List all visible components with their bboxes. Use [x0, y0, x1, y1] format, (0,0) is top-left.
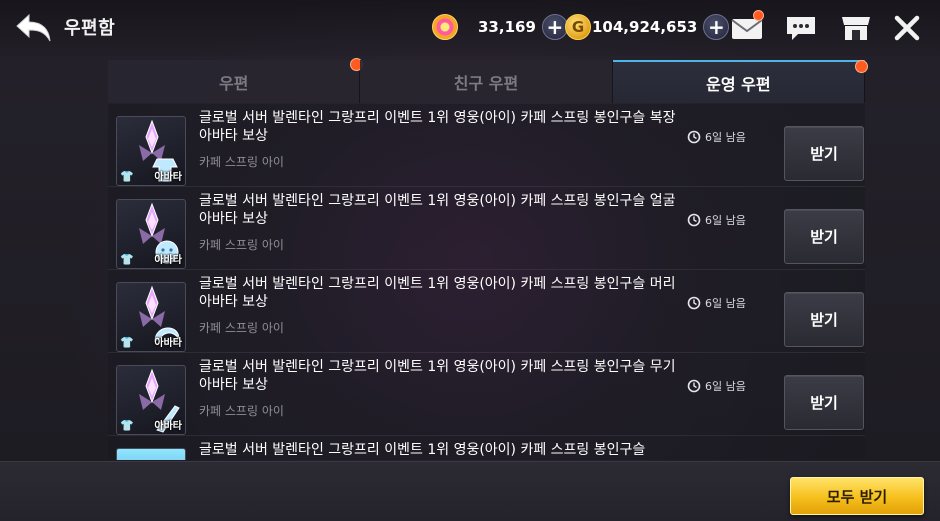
clock-icon — [687, 213, 701, 227]
mail-sender: 카페 스프링 아이 — [199, 238, 284, 252]
expiry-text: 6일 남음 — [705, 380, 746, 393]
claim-button[interactable]: 받기 — [784, 375, 864, 430]
mail-list[interactable]: 👕 아바타 글로벌 서버 발렌타인 그랑프리 이벤트 1위 영웅(아이) 카페 … — [108, 104, 865, 460]
claim-all-button[interactable]: 모두 받기 — [790, 477, 924, 515]
tab-friend-mail[interactable]: 친구 우편 — [360, 60, 613, 103]
back-arrow-icon — [16, 13, 51, 42]
mail-tabs: 우편 친구 우편 운영 우편 — [108, 58, 868, 103]
reward-thumbnail: 👕 아바타 — [116, 116, 186, 186]
close-button[interactable] — [888, 10, 926, 46]
reward-thumbnail: 👕 아바타 — [116, 199, 186, 269]
mail-item: 👕 아바타 글로벌 서버 발렌타인 그랑프리 이벤트 1위 영웅(아이) 카페 … — [108, 104, 865, 187]
shirt-icon: 👕 — [120, 170, 134, 183]
mail-sender: 카페 스프링 아이 — [199, 155, 284, 169]
mail-item: 👕 아바타 글로벌 서버 발렌타인 그랑프리 이벤트 1위 영웅(아이) 카페 … — [108, 270, 865, 353]
tab-label: 우편 — [218, 73, 249, 93]
gem-icon — [432, 14, 458, 40]
expiry-text: 6일 남음 — [705, 131, 746, 144]
tab-notification-dot — [854, 60, 868, 73]
top-bar: 우편함 33,169 + G 104,924,653 + — [0, 0, 940, 56]
expiry-time: 6일 남음 — [687, 378, 746, 394]
back-button[interactable] — [14, 10, 54, 46]
gold-currency: G 104,924,653 + — [565, 13, 730, 41]
page-title: 우편함 — [64, 18, 116, 39]
mail-title: 글로벌 서버 발렌타인 그랑프리 이벤트 1위 영웅(아이) 카페 스프링 봉인… — [199, 276, 676, 310]
tab-label: 친구 우편 — [453, 73, 519, 93]
mail-item: 👕 아바타 글로벌 서버 발렌타인 그랑프리 이벤트 1위 영웅(아이) 카페 … — [108, 187, 865, 270]
reward-thumbnail — [116, 448, 186, 460]
expiry-time: 6일 남음 — [687, 129, 746, 145]
mail-title: 글로벌 서버 발렌타인 그랑프리 이벤트 1위 영웅(아이) 카페 스프링 봉인… — [199, 359, 676, 393]
expiry-time: 6일 남음 — [687, 295, 746, 311]
mail-sender: 카페 스프링 아이 — [199, 321, 284, 335]
claim-button[interactable]: 받기 — [784, 292, 864, 347]
mail-notification-dot — [753, 10, 764, 21]
thumb-caption: 아바타 — [154, 421, 182, 432]
mail-item: 👕 아바타 글로벌 서버 발렌타인 그랑프리 이벤트 1위 영웅(아이) 카페 … — [108, 353, 865, 436]
gold-count: 104,924,653 — [592, 18, 698, 36]
gold-coin-icon: G — [565, 14, 591, 40]
mail-item: 글로벌 서버 발렌타인 그랑프리 이벤트 1위 영웅(아이) 카페 스프링 봉인… — [108, 436, 865, 460]
mail-title: 글로벌 서버 발렌타인 그랑프리 이벤트 1위 영웅(아이) 카페 스프링 봉인… — [199, 193, 676, 227]
shirt-icon: 👕 — [120, 253, 134, 266]
gem-currency: 33,169 + — [432, 13, 568, 41]
clock-icon — [687, 379, 701, 393]
mail-title: 글로벌 서버 발렌타인 그랑프리 이벤트 1위 영웅(아이) 카페 스프링 봉인… — [199, 442, 646, 458]
add-gem-button[interactable]: + — [541, 14, 568, 40]
chat-button[interactable] — [782, 10, 820, 46]
reward-thumbnail: 👕 아바타 — [116, 365, 186, 435]
reward-thumbnail: 👕 아바타 — [116, 282, 186, 352]
tab-operation-mail[interactable]: 운영 우편 — [612, 60, 868, 103]
clock-icon — [687, 296, 701, 310]
gem-count: 33,169 — [478, 18, 536, 36]
tab-label: 운영 우편 — [706, 74, 771, 94]
claim-button[interactable]: 받기 — [784, 209, 864, 264]
claim-button[interactable]: 받기 — [784, 126, 864, 181]
close-icon — [894, 15, 920, 41]
shop-button[interactable] — [837, 10, 875, 46]
thumb-caption: 아바타 — [154, 255, 182, 266]
shirt-icon: 👕 — [120, 419, 134, 432]
tab-mail[interactable]: 우편 — [108, 58, 364, 103]
shop-icon — [842, 17, 870, 40]
mail-sender: 카페 스프링 아이 — [199, 404, 284, 418]
expiry-text: 6일 남음 — [705, 214, 746, 227]
expiry-text: 6일 남음 — [705, 297, 746, 310]
shirt-icon: 👕 — [120, 336, 134, 349]
add-gold-button[interactable]: + — [703, 14, 730, 40]
chat-bubble-icon — [787, 17, 815, 40]
thumb-caption: 아바타 — [154, 172, 182, 183]
mail-button[interactable] — [728, 10, 766, 46]
mail-title: 글로벌 서버 발렌타인 그랑프리 이벤트 1위 영웅(아이) 카페 스프링 봉인… — [199, 110, 676, 144]
thumb-caption: 아바타 — [154, 338, 182, 349]
expiry-time: 6일 남음 — [687, 212, 746, 228]
clock-icon — [687, 130, 701, 144]
